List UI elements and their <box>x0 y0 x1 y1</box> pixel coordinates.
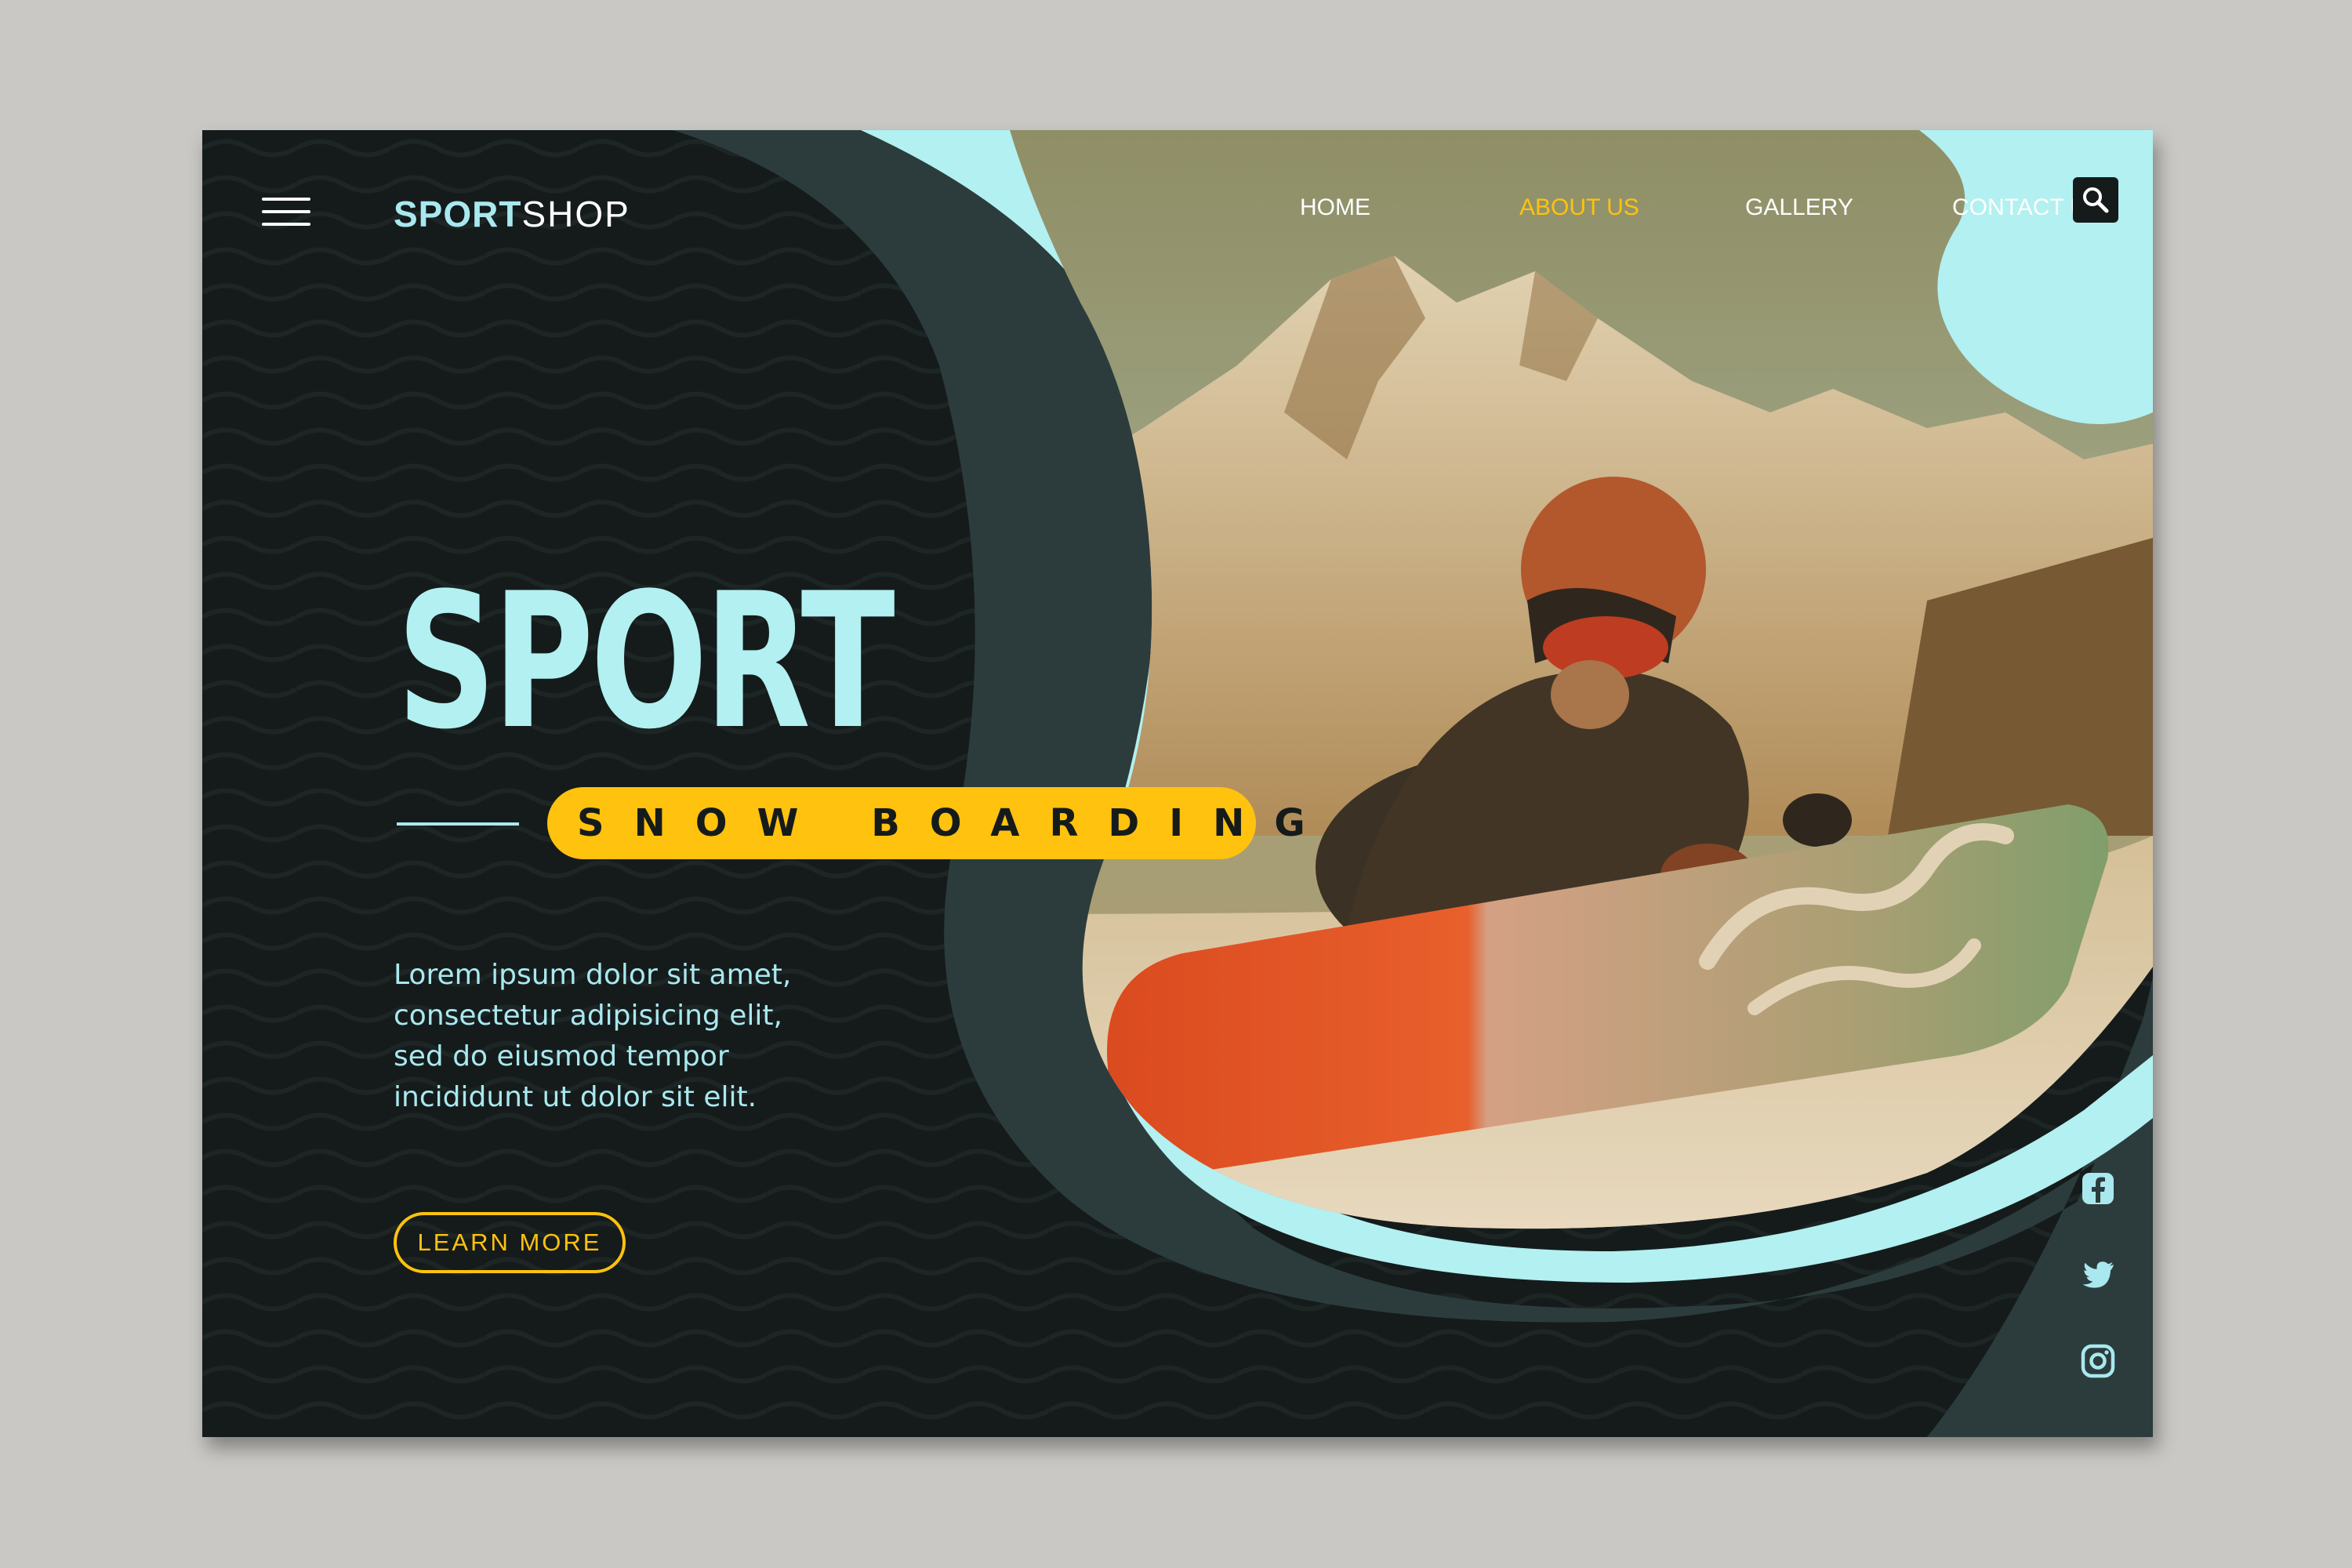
landing-page: SPORTSHOP HOME ABOUT US GALLERY CONTACT … <box>202 130 2153 1437</box>
subtitle-divider <box>397 822 519 826</box>
mockup-background: SPORTSHOP HOME ABOUT US GALLERY CONTACT … <box>0 0 2352 1568</box>
hero-subtitle: SNOW BOARDING <box>577 801 1335 845</box>
hero-description: Lorem ipsum dolor sit amet, consectetur … <box>394 955 833 1118</box>
site-logo[interactable]: SPORTSHOP <box>394 196 630 232</box>
description-line: sed do eiusmod tempor <box>394 1040 729 1073</box>
learn-more-button[interactable]: LEARN MORE <box>394 1212 626 1273</box>
nav-home[interactable]: HOME <box>1300 188 1370 227</box>
hero-title: SPORT <box>397 554 895 771</box>
logo-sport-text: SPORT <box>394 194 522 234</box>
description-line: incididunt ut dolor sit elit. <box>394 1081 757 1113</box>
description-line: consectetur adipisicing elit, <box>394 1000 782 1032</box>
nav-about-us[interactable]: ABOUT US <box>1519 188 1639 227</box>
instagram-icon[interactable] <box>2079 1342 2117 1380</box>
subtitle-pill: SNOW BOARDING <box>547 787 1335 859</box>
search-button[interactable] <box>2073 177 2118 223</box>
logo-shop-text: SHOP <box>521 194 630 234</box>
nav-gallery[interactable]: GALLERY <box>1745 188 1853 227</box>
twitter-icon[interactable] <box>2079 1256 2117 1294</box>
search-icon <box>2083 187 2109 213</box>
facebook-icon[interactable] <box>2079 1170 2117 1207</box>
description-line: Lorem ipsum dolor sit amet, <box>394 959 792 991</box>
hamburger-menu-icon[interactable] <box>262 194 310 229</box>
